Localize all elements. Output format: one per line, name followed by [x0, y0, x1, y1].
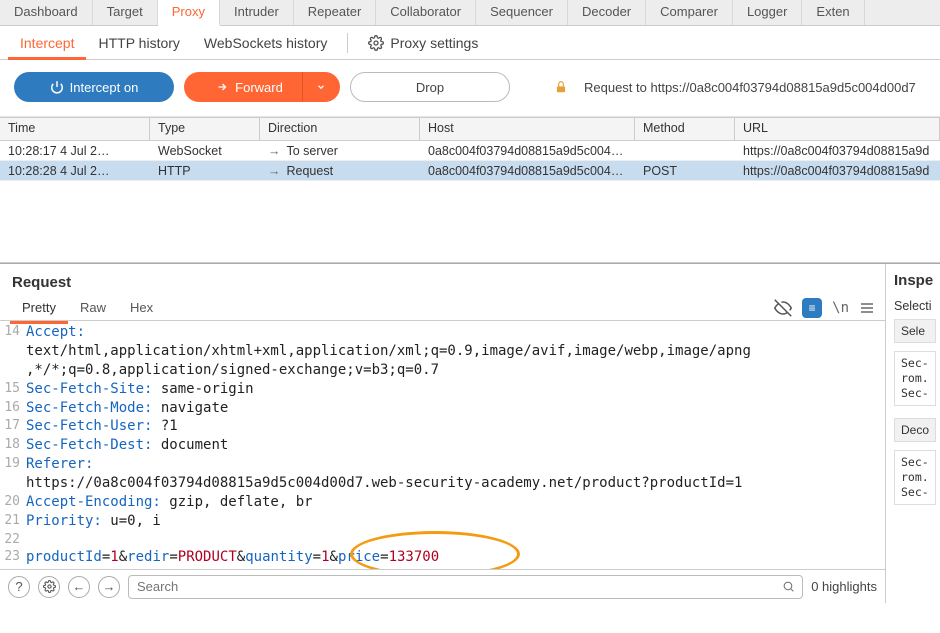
code-line: 16Sec-Fetch-Mode: navigate: [0, 399, 885, 418]
render-icon[interactable]: ≡: [802, 298, 822, 318]
col-time[interactable]: Time: [0, 118, 150, 140]
search-wrap: [128, 575, 803, 599]
main-tabs: DashboardTargetProxyIntruderRepeaterColl…: [0, 0, 940, 26]
request-body-editor[interactable]: 14Accept:text/html,application/xhtml+xml…: [0, 321, 885, 569]
code-line: ,*/*;q=0.8,application/signed-exchange;v…: [0, 361, 885, 380]
view-tab-pretty[interactable]: Pretty: [10, 297, 68, 324]
intercept-table: Time Type Direction Host Method URL 10:2…: [0, 117, 940, 263]
code-line: 17Sec-Fetch-User: ?1: [0, 417, 885, 436]
proxy-sub-tabs: InterceptHTTP historyWebSockets history …: [0, 26, 940, 60]
chevron-down-icon: [316, 82, 326, 92]
main-tab-logger[interactable]: Logger: [733, 0, 802, 25]
forward-dropdown-button[interactable]: [302, 72, 340, 102]
request-editor: Request PrettyRawHex ≡ \n 14Accept:text/…: [0, 264, 886, 603]
highlight-count: 0 highlights: [811, 579, 877, 594]
main-tab-decoder[interactable]: Decoder: [568, 0, 646, 25]
request-panel: Request PrettyRawHex ≡ \n 14Accept:text/…: [0, 263, 940, 603]
code-line: https://0a8c004f03794d08815a9d5c004d00d7…: [0, 474, 885, 493]
intercept-toolbar: Intercept on Forward Drop Request to htt…: [0, 60, 940, 117]
code-line: text/html,application/xhtml+xml,applicat…: [0, 342, 885, 361]
main-tab-dashboard[interactable]: Dashboard: [0, 0, 93, 25]
table-row[interactable]: 10:28:17 4 Jul 2…WebSocket→To server0a8c…: [0, 141, 940, 161]
gear-icon: [368, 35, 384, 51]
inspector-selection-code: Sec- rom. Sec-: [894, 351, 936, 406]
forward-button[interactable]: Forward: [184, 72, 314, 102]
menu-icon[interactable]: [859, 300, 875, 316]
main-tab-target[interactable]: Target: [93, 0, 158, 25]
inspector-selection-label: Selecti: [894, 299, 936, 313]
drop-button[interactable]: Drop: [350, 72, 510, 102]
col-url[interactable]: URL: [735, 118, 940, 140]
inspector-panel: Inspe Selecti Sele Sec- rom. Sec- Deco S…: [886, 264, 940, 603]
view-tabs: PrettyRawHex ≡ \n: [0, 295, 885, 321]
code-line: 15Sec-Fetch-Site: same-origin: [0, 380, 885, 399]
settings-icon[interactable]: [38, 576, 60, 598]
code-line: 21Priority: u=0, i: [0, 512, 885, 531]
col-method[interactable]: Method: [635, 118, 735, 140]
inspector-decoded-code: Sec- rom. Sec-: [894, 450, 936, 505]
code-line: 18Sec-Fetch-Dest: document: [0, 436, 885, 455]
sub-tab-http-history[interactable]: HTTP history: [86, 29, 191, 57]
search-icon[interactable]: [782, 580, 795, 593]
main-tab-comparer[interactable]: Comparer: [646, 0, 733, 25]
code-line: 19Referer:: [0, 455, 885, 474]
editor-actions: ≡ \n: [774, 298, 875, 318]
main-tab-repeater[interactable]: Repeater: [294, 0, 376, 25]
lock-icon: [554, 80, 568, 94]
inspector-title: Inspe: [894, 272, 936, 289]
forward-icon[interactable]: →: [98, 576, 120, 598]
inspector-decoded-header: Deco: [894, 418, 936, 442]
request-title: Request: [0, 264, 885, 295]
view-tab-raw[interactable]: Raw: [68, 297, 118, 321]
table-row[interactable]: 10:28:28 4 Jul 2…HTTP→Request0a8c004f037…: [0, 161, 940, 181]
sub-tab-websockets-history[interactable]: WebSockets history: [192, 29, 339, 57]
col-host[interactable]: Host: [420, 118, 635, 140]
help-icon[interactable]: ?: [8, 576, 30, 598]
arrow-right-icon: [215, 81, 229, 93]
view-tab-hex[interactable]: Hex: [118, 297, 165, 321]
main-tab-sequencer[interactable]: Sequencer: [476, 0, 568, 25]
request-target-label: Request to https://0a8c004f03794d08815a9…: [584, 80, 926, 95]
code-line: 23productId=1&redir=PRODUCT&quantity=1&p…: [0, 548, 885, 567]
separator: [347, 33, 348, 53]
main-tab-exten[interactable]: Exten: [802, 0, 864, 25]
inspector-selection-header: Sele: [894, 319, 936, 343]
proxy-settings-link[interactable]: Proxy settings: [356, 29, 490, 57]
intercept-toggle-button[interactable]: Intercept on: [14, 72, 174, 102]
drop-label: Drop: [416, 80, 444, 95]
back-icon[interactable]: ←: [68, 576, 90, 598]
col-type[interactable]: Type: [150, 118, 260, 140]
code-line: 14Accept:: [0, 323, 885, 342]
visibility-off-icon[interactable]: [774, 299, 792, 317]
newline-icon[interactable]: \n: [832, 300, 849, 316]
power-icon: [50, 80, 64, 94]
forward-button-group: Forward: [184, 72, 340, 102]
main-tab-intruder[interactable]: Intruder: [220, 0, 294, 25]
main-tab-proxy[interactable]: Proxy: [158, 0, 220, 26]
code-line: 22: [0, 531, 885, 549]
sub-tab-intercept[interactable]: Intercept: [8, 29, 86, 60]
main-tab-collaborator[interactable]: Collaborator: [376, 0, 476, 25]
editor-footer: ? ← → 0 highlights: [0, 569, 885, 603]
col-direction[interactable]: Direction: [260, 118, 420, 140]
forward-label: Forward: [235, 80, 283, 95]
proxy-settings-label: Proxy settings: [390, 35, 478, 51]
intercept-label: Intercept on: [70, 80, 139, 95]
search-input[interactable]: [128, 575, 803, 599]
code-line: 20Accept-Encoding: gzip, deflate, br: [0, 493, 885, 512]
table-header: Time Type Direction Host Method URL: [0, 117, 940, 141]
